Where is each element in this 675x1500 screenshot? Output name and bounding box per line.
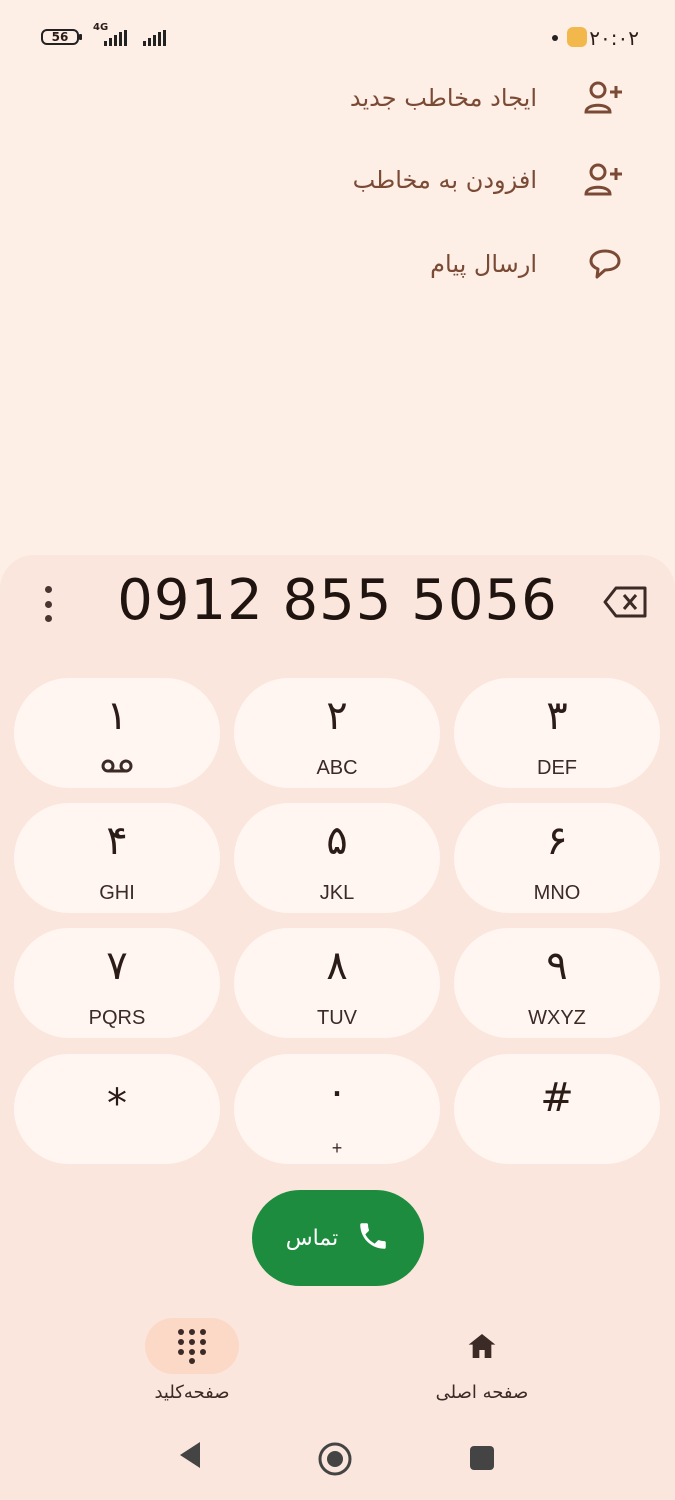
system-back-button[interactable] (178, 1440, 202, 1474)
key-digit: ۳ (546, 693, 568, 739)
key-3[interactable]: ۳ DEF (454, 678, 660, 788)
key-digit: ۶ (546, 818, 568, 864)
create-new-contact-label: ایجاد مخاطب جدید (349, 84, 537, 112)
notification-dot-icon (552, 35, 558, 41)
key-8[interactable]: ۸ TUV (234, 928, 440, 1038)
tab-keypad[interactable]: صفحه‌کلید (102, 1318, 282, 1403)
key-digit: * (107, 1081, 127, 1127)
key-letters: TUV (317, 1007, 357, 1029)
back-triangle-icon (180, 1442, 200, 1468)
clock: ۲۰:۰۲ (589, 26, 639, 50)
call-label: تماس (285, 1225, 339, 1251)
system-recents-button[interactable] (469, 1445, 495, 1475)
tab-home[interactable]: صفحه اصلی (392, 1318, 572, 1403)
key-digit: ۷ (106, 943, 128, 989)
home-circle-icon (318, 1442, 352, 1476)
key-letters: WXYZ (528, 1007, 586, 1029)
key-0[interactable]: ۰ + (234, 1054, 440, 1164)
key-letters: GHI (99, 882, 135, 904)
voicemail-icon (101, 758, 133, 778)
add-person-icon (583, 158, 627, 202)
tab-keypad-label: صفحه‌کلید (154, 1382, 230, 1403)
key-letters: JKL (319, 882, 355, 904)
key-digit: ۱ (106, 693, 128, 739)
key-digit: # (540, 1075, 574, 1121)
key-7[interactable]: ۷ PQRS (14, 928, 220, 1038)
backspace-button[interactable] (603, 585, 651, 621)
key-letters: MNO (533, 882, 581, 904)
key-letters: DEF (537, 757, 577, 779)
key-digit: ۸ (326, 943, 348, 989)
system-home-button[interactable] (317, 1441, 353, 1481)
create-new-contact-action[interactable]: ایجاد مخاطب جدید (350, 76, 627, 120)
key-digit: ۵ (326, 818, 348, 864)
key-hash[interactable]: # (454, 1054, 660, 1164)
key-1[interactable]: ۱ (14, 678, 220, 788)
send-message-action[interactable]: ارسال پیام (430, 242, 627, 286)
key-letters: ABC (316, 757, 358, 779)
battery-level: 56 (51, 30, 69, 44)
tab-home-label: صفحه اصلی (435, 1382, 529, 1403)
key-letters: + (331, 1138, 343, 1158)
message-bubble-icon (583, 242, 627, 286)
battery-icon: 56 (41, 29, 82, 45)
app-notification-icon (567, 27, 587, 47)
recents-square-icon (470, 1446, 494, 1470)
send-message-label: ارسال پیام (430, 250, 537, 278)
status-bar: 56 4G ۲۰:۰۲ (0, 0, 675, 76)
key-9[interactable]: ۹ WXYZ (454, 928, 660, 1038)
key-2[interactable]: ۲ ABC (234, 678, 440, 788)
add-person-icon (583, 76, 627, 120)
key-4[interactable]: ۴ GHI (14, 803, 220, 913)
keypad-icon (145, 1318, 239, 1374)
home-icon (435, 1318, 529, 1374)
call-button[interactable]: تماس (252, 1190, 424, 1286)
key-6[interactable]: ۶ MNO (454, 803, 660, 913)
key-star[interactable]: * (14, 1054, 220, 1164)
backspace-icon (603, 586, 647, 618)
key-digit: ۰ (326, 1069, 348, 1115)
add-to-contact-action[interactable]: افزودن به مخاطب (353, 158, 627, 202)
dialed-number: 0912 855 5056 (117, 568, 558, 633)
phone-icon (356, 1219, 390, 1257)
add-to-contact-label: افزودن به مخاطب (352, 166, 537, 194)
key-digit: ۹ (546, 943, 568, 989)
key-letters: PQRS (88, 1007, 146, 1029)
signal-icon (143, 30, 166, 46)
key-digit: ۲ (326, 693, 348, 739)
key-digit: ۴ (106, 818, 128, 864)
signal-icon (104, 30, 127, 46)
key-5[interactable]: ۵ JKL (234, 803, 440, 913)
